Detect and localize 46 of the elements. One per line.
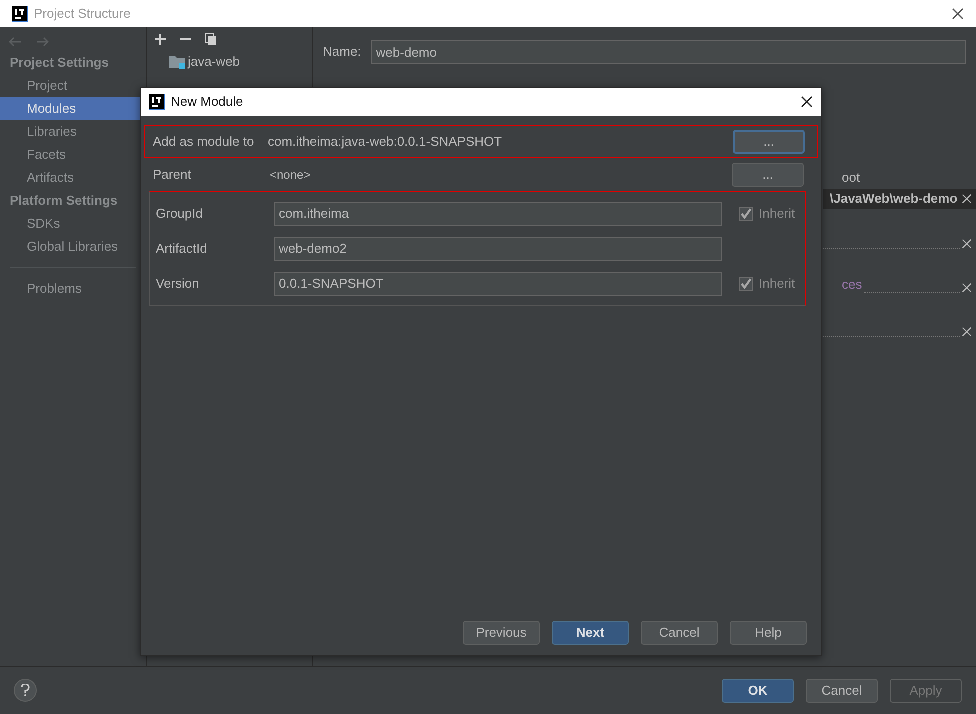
field-label: Version <box>156 274 200 293</box>
parent-label: Parent <box>153 166 192 184</box>
text-field[interactable]: com.itheima <box>274 202 722 226</box>
browse-button[interactable]: ... <box>732 162 804 186</box>
section-header: Project Settings <box>9 54 110 72</box>
content-root-path: \JavaWeb\web-demo <box>830 190 958 208</box>
sidebar-item[interactable]: Project <box>0 74 146 97</box>
field-label: ArtifactId <box>156 240 208 258</box>
name-field[interactable]: web-demo <box>371 40 966 64</box>
close-icon[interactable] <box>801 96 813 108</box>
tree-item[interactable]: java-web <box>188 52 240 72</box>
module-folder-icon <box>169 55 185 69</box>
dialog-button[interactable]: Cancel <box>641 621 718 645</box>
section-header: Platform Settings <box>9 192 119 210</box>
add-as-module-label: Add as module to <box>153 132 256 151</box>
content-root-label: oot <box>841 169 862 187</box>
close-icon[interactable] <box>952 8 964 20</box>
dialog-button[interactable]: Help <box>730 621 807 645</box>
window-title: Project Structure <box>34 4 131 23</box>
folder-label: ces <box>841 277 862 293</box>
copy-icon[interactable] <box>205 32 217 46</box>
remove-icon[interactable] <box>962 283 972 293</box>
help-icon[interactable] <box>14 679 37 702</box>
add-as-module-value: com.itheima:java-web:0.0.1-SNAPSHOT <box>268 132 504 151</box>
inherit-label: Inherit <box>759 204 796 223</box>
dialog-title: New Module <box>171 93 244 112</box>
name-label: Name: <box>323 43 362 62</box>
parent-value: <none> <box>270 166 312 184</box>
inherit-checkbox[interactable] <box>739 276 753 290</box>
app-logo-icon <box>149 94 165 110</box>
footer-button[interactable]: Cancel <box>806 678 878 702</box>
inherit-checkbox[interactable] <box>739 206 753 220</box>
remove-icon[interactable] <box>962 194 972 204</box>
dialog-button[interactable]: Previous <box>463 621 540 645</box>
field-label: GroupId <box>156 204 204 223</box>
footer-button[interactable]: Apply <box>890 678 962 702</box>
remove-icon[interactable] <box>962 239 972 249</box>
text-field[interactable]: 0.0.1-SNAPSHOT <box>274 272 722 296</box>
inherit-label: Inherit <box>759 274 796 293</box>
text-field[interactable]: web-demo2 <box>274 236 722 260</box>
add-icon[interactable] <box>155 34 166 44</box>
browse-button[interactable]: ... <box>733 130 805 154</box>
remove-icon[interactable] <box>962 327 972 337</box>
app-logo-icon <box>12 6 28 22</box>
dialog-button[interactable]: Next <box>552 621 629 645</box>
ok-button[interactable]: OK <box>722 678 794 702</box>
